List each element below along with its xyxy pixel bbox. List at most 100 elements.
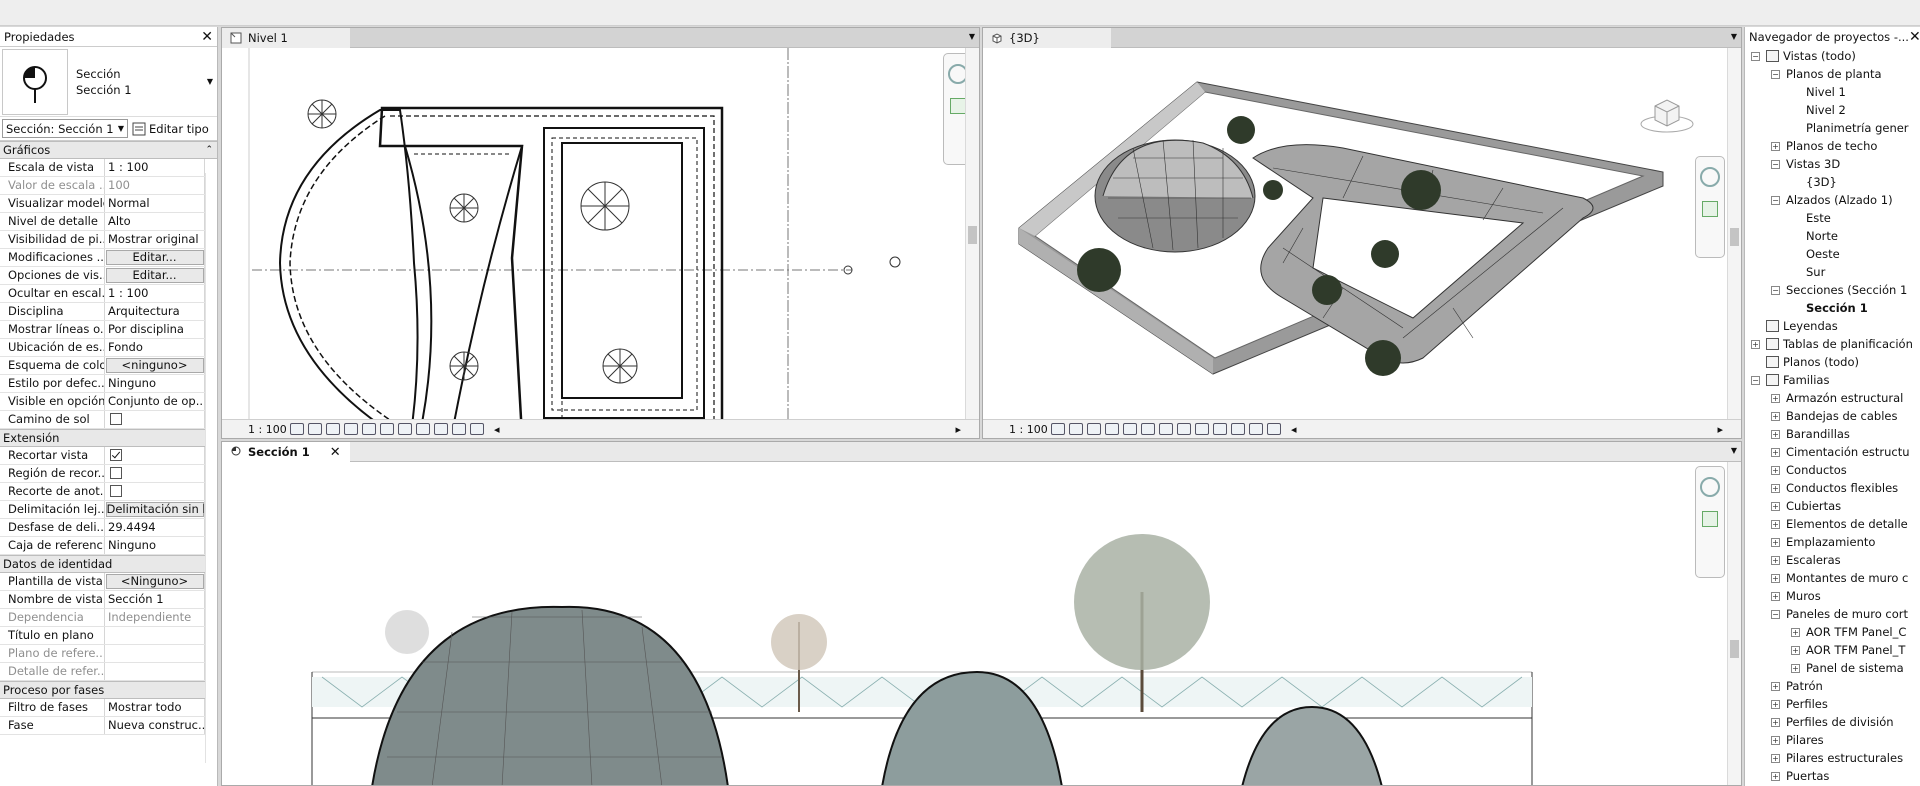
property-value[interactable]: Alto xyxy=(105,213,205,230)
expand-icon[interactable]: + xyxy=(1771,141,1780,151)
browser-tree-item[interactable]: + Muros xyxy=(1745,587,1920,605)
render-icon[interactable] xyxy=(1123,423,1137,435)
plan-view-nivel-1[interactable]: Nivel 1 ▼ 1 : 100 ◂ ▸ xyxy=(221,27,980,439)
browser-tree-item[interactable]: + Perfiles xyxy=(1745,695,1920,713)
detail-level-icon[interactable] xyxy=(1051,423,1065,435)
browser-tree-item[interactable]: + Escaleras xyxy=(1745,551,1920,569)
property-value[interactable]: Normal xyxy=(105,195,205,212)
browser-tree-item[interactable]: Este xyxy=(1745,209,1920,227)
property-value[interactable] xyxy=(105,483,205,500)
browser-tree-item[interactable]: + Cubiertas xyxy=(1745,497,1920,515)
tab-seccion-1[interactable]: Sección 1 ✕ xyxy=(222,442,350,462)
view-menu-icon[interactable]: ▼ xyxy=(969,32,975,41)
property-value[interactable]: 1 : 100 xyxy=(105,159,205,176)
vertical-scrollbar[interactable] xyxy=(965,48,979,419)
navigation-bar[interactable] xyxy=(1695,156,1725,258)
browser-tree-item[interactable]: + AOR TFM Panel_C xyxy=(1745,623,1920,641)
scroll-right-icon[interactable]: ▸ xyxy=(1717,423,1723,436)
browser-tree-item[interactable]: − Planos de planta xyxy=(1745,65,1920,83)
section-view[interactable]: Sección 1 ✕ ▼ xyxy=(221,441,1742,786)
shadows-icon[interactable] xyxy=(344,423,358,435)
close-icon[interactable]: ✕ xyxy=(1909,29,1920,45)
expand-icon[interactable]: + xyxy=(1771,519,1780,529)
property-value[interactable]: Fondo xyxy=(105,339,205,356)
property-value[interactable]: Ninguno xyxy=(105,537,205,554)
browser-tree-item[interactable]: + Cimentación estructu xyxy=(1745,443,1920,461)
collapse-icon[interactable]: − xyxy=(1771,609,1780,619)
shadows-icon[interactable] xyxy=(1105,423,1119,435)
property-value[interactable]: Nueva construc... xyxy=(105,717,205,734)
property-value[interactable] xyxy=(105,465,205,482)
browser-tree-item[interactable]: Nivel 2 xyxy=(1745,101,1920,119)
browser-tree-item[interactable]: + Pilares estructurales xyxy=(1745,749,1920,767)
property-value[interactable]: Mostrar original xyxy=(105,231,205,248)
browser-tree-item[interactable]: Sur xyxy=(1745,263,1920,281)
browser-tree-item[interactable]: − Vistas (todo) xyxy=(1745,47,1920,65)
view-scale[interactable]: 1 : 100 xyxy=(983,423,1048,436)
browser-tree-item[interactable]: − Paneles de muro cort xyxy=(1745,605,1920,623)
property-checkbox[interactable] xyxy=(110,485,122,497)
browser-tree-item[interactable]: + Pilares xyxy=(1745,731,1920,749)
browser-tree-item[interactable]: + Conductos flexibles xyxy=(1745,479,1920,497)
expand-icon[interactable]: + xyxy=(1791,663,1800,673)
crop-view-icon[interactable] xyxy=(1141,423,1155,435)
expand-icon[interactable]: + xyxy=(1771,555,1780,565)
property-checkbox[interactable] xyxy=(110,413,122,425)
visual-style-icon[interactable] xyxy=(1069,423,1083,435)
property-edit-button[interactable]: Editar... xyxy=(105,250,204,265)
expand-icon[interactable]: + xyxy=(1751,339,1760,349)
reveal-hidden-icon[interactable] xyxy=(1213,423,1227,435)
tab-3d[interactable]: {3D} xyxy=(983,28,1111,48)
analytical-model-icon[interactable] xyxy=(1249,423,1263,435)
reveal-hidden-icon[interactable] xyxy=(416,423,430,435)
browser-tree-item[interactable]: − Secciones (Sección 1 xyxy=(1745,281,1920,299)
browser-tree-item[interactable]: + Barandillas xyxy=(1745,425,1920,443)
browser-tree-item[interactable]: − Vistas 3D xyxy=(1745,155,1920,173)
constraints-icon[interactable] xyxy=(470,423,484,435)
browser-tree-item[interactable]: Planos (todo) xyxy=(1745,353,1920,371)
property-checkbox[interactable] xyxy=(110,467,122,479)
property-value[interactable]: Ninguno xyxy=(105,375,205,392)
zoom-icon[interactable] xyxy=(1702,511,1718,527)
collapse-icon[interactable]: − xyxy=(1751,51,1760,61)
browser-tree-item[interactable]: + Armazón estructural xyxy=(1745,389,1920,407)
property-value[interactable]: Arquitectura xyxy=(105,303,205,320)
view-scale[interactable]: 1 : 100 xyxy=(222,423,287,436)
property-group-header[interactable]: Datos de identidad⌃ xyxy=(0,555,217,573)
view-menu-icon[interactable]: ▼ xyxy=(1731,446,1737,455)
edit-type-button[interactable]: Editar tipo xyxy=(132,122,209,136)
tab-nivel-1[interactable]: Nivel 1 xyxy=(222,28,350,48)
zoom-icon[interactable] xyxy=(1702,201,1718,217)
browser-tree-item[interactable]: + Tablas de planificación xyxy=(1745,335,1920,353)
property-value[interactable]: Delimitación sin lí xyxy=(105,501,205,518)
property-value[interactable]: 29.4494 xyxy=(105,519,205,536)
browser-tree-item[interactable]: Sección 1 xyxy=(1745,299,1920,317)
property-value[interactable] xyxy=(105,627,205,644)
browser-tree-item[interactable]: Leyendas xyxy=(1745,317,1920,335)
scroll-left-icon[interactable]: ◂ xyxy=(1291,423,1297,436)
expand-icon[interactable]: + xyxy=(1791,645,1800,655)
property-value[interactable]: Sección 1 xyxy=(105,591,205,608)
property-value[interactable]: <Ninguno> xyxy=(105,573,205,590)
browser-tree-item[interactable]: + Panel de sistema xyxy=(1745,659,1920,677)
3d-view[interactable]: {3D} ▼ 1: 100 ◂ ▸ xyxy=(982,27,1742,439)
close-icon[interactable]: ✕ xyxy=(201,29,213,45)
expand-icon[interactable]: + xyxy=(1771,717,1780,727)
collapse-icon[interactable]: − xyxy=(1771,195,1780,205)
expand-icon[interactable]: + xyxy=(1771,483,1780,493)
browser-tree-item[interactable]: + Emplazamiento xyxy=(1745,533,1920,551)
lock-view-icon[interactable] xyxy=(434,423,448,435)
constraints-icon[interactable] xyxy=(1267,423,1281,435)
visual-style-icon[interactable] xyxy=(308,423,322,435)
scroll-right-icon[interactable]: ▸ xyxy=(955,423,961,436)
property-value[interactable]: Por disciplina xyxy=(105,321,205,338)
browser-tree-item[interactable]: {3D} xyxy=(1745,173,1920,191)
steering-wheel-icon[interactable] xyxy=(1700,477,1720,497)
instance-selector[interactable]: Sección: Sección 1 ▼ xyxy=(2,119,128,138)
expand-icon[interactable]: + xyxy=(1771,447,1780,457)
property-edit-button[interactable]: Editar... xyxy=(105,268,204,283)
expand-icon[interactable]: + xyxy=(1771,429,1780,439)
vertical-scrollbar[interactable] xyxy=(1727,462,1741,785)
property-value[interactable] xyxy=(105,411,205,428)
show-crop-icon[interactable] xyxy=(1159,423,1173,435)
